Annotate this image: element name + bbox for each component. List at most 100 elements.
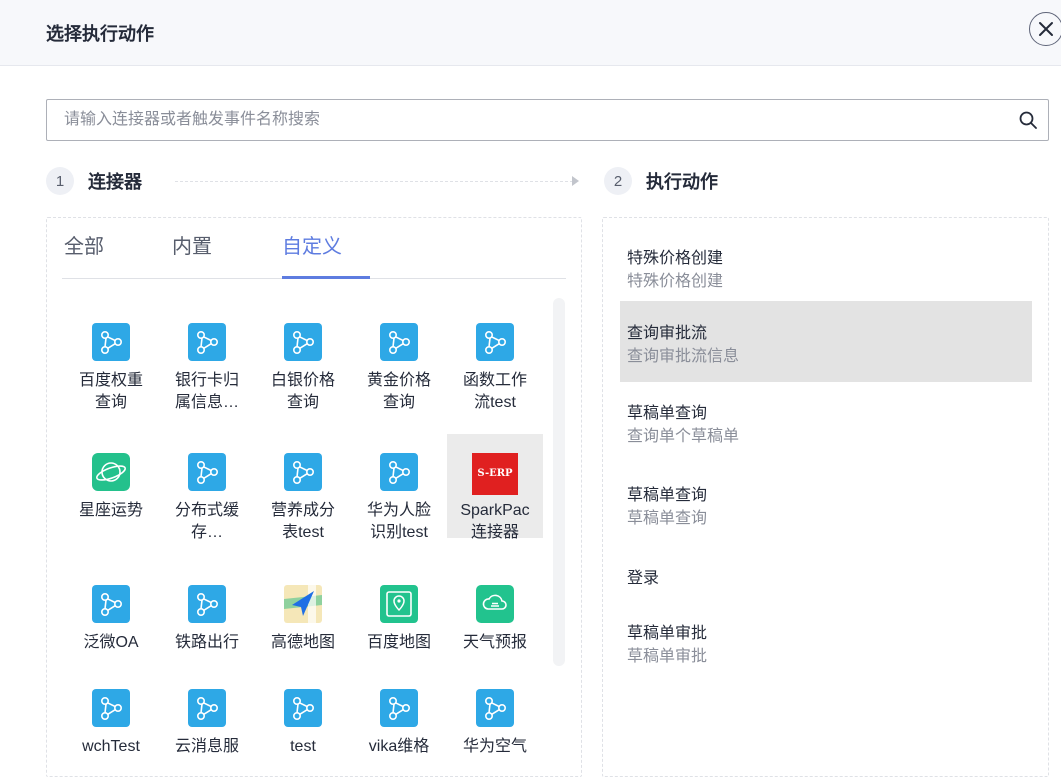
flow-icon xyxy=(380,323,418,361)
connector-scrollbar[interactable] xyxy=(553,298,565,666)
connector-name: 银行卡归 xyxy=(174,372,239,389)
action-item[interactable]: 草稿单查询 草稿单查询 xyxy=(620,467,1032,547)
connector-name-line2: 识别test xyxy=(370,524,428,541)
action-description: 查询单个草稿单 xyxy=(627,428,740,445)
step-divider xyxy=(175,181,573,182)
connector-tile[interactable]: 华为人脸识别test xyxy=(351,446,447,541)
action-title: 特殊价格创建 xyxy=(627,250,724,267)
tab-custom[interactable]: 自定义 xyxy=(282,230,370,279)
flow-icon xyxy=(284,323,322,361)
connector-name: 分布式缓 xyxy=(174,502,239,519)
step-label: 执行动作 xyxy=(646,172,718,192)
step-label: 连接器 xyxy=(88,172,142,192)
s-erp-logo-text: S-ERP xyxy=(477,468,513,479)
connector-name-line2: 流test xyxy=(474,394,516,411)
step-number: 2 xyxy=(604,167,632,195)
connector-name: 白银价格 xyxy=(270,372,335,389)
weather-cloud-icon xyxy=(476,585,514,623)
connector-name: 铁路出行 xyxy=(174,634,239,651)
flow-icon xyxy=(188,689,226,727)
connector-name: 星座运势 xyxy=(78,502,143,519)
step-number: 1 xyxy=(46,167,74,195)
action-title: 查询审批流 xyxy=(627,325,708,342)
connector-tile[interactable]: 百度地图 xyxy=(351,578,447,668)
flow-icon xyxy=(188,323,226,361)
connector-name-line2: 查询 xyxy=(382,394,415,411)
action-item[interactable]: 草稿单审批 草稿单审批 xyxy=(620,605,1032,685)
step-connector: 1 连接器 xyxy=(46,167,142,195)
connector-tile[interactable]: 营养成分 表test xyxy=(255,446,351,541)
connector-tile[interactable]: 云消息服 xyxy=(159,682,255,772)
tab-all[interactable]: 全部 xyxy=(64,230,104,276)
connector-tile[interactable]: 泛微OA xyxy=(63,578,159,668)
connector-tile[interactable]: 天气预报 xyxy=(447,578,543,668)
connector-tile[interactable]: 铁路出行 xyxy=(159,578,255,668)
search-icon[interactable] xyxy=(1018,110,1038,135)
action-item[interactable]: 特殊价格创建 特殊价格创建 xyxy=(620,230,1032,310)
connector-name: 华为空气 xyxy=(462,738,527,755)
action-description: 特殊价格创建 xyxy=(627,273,724,290)
flow-icon xyxy=(380,689,418,727)
connector-tile[interactable]: vika维格 xyxy=(351,682,447,772)
connector-name: 华为人脸 xyxy=(366,502,431,519)
connector-name-line2: 查询 xyxy=(286,394,319,411)
flow-icon xyxy=(188,585,226,623)
connector-name-line2: 存… xyxy=(190,524,223,541)
connector-name-line2: 表test xyxy=(282,524,324,541)
connector-tabs: 全部 内置 自定义 xyxy=(62,218,566,279)
flow-icon xyxy=(476,689,514,727)
flow-icon xyxy=(284,453,322,491)
close-button[interactable] xyxy=(1029,12,1061,46)
connector-name-line2: 属信息… xyxy=(174,394,239,411)
planet-icon xyxy=(92,453,130,491)
connector-tile[interactable]: wchTest xyxy=(63,682,159,772)
connector-name: 高德地图 xyxy=(270,634,335,651)
flow-icon xyxy=(476,323,514,361)
action-title: 草稿单查询 xyxy=(627,405,708,422)
connector-name-line2: 查询 xyxy=(94,394,127,411)
connector-name: wchTest xyxy=(82,738,140,755)
search-box xyxy=(46,99,1049,141)
connector-tile[interactable]: 星座运势 xyxy=(63,446,159,536)
flow-icon xyxy=(92,689,130,727)
action-description: 草稿单审批 xyxy=(627,648,708,665)
connector-name: 函数工作 xyxy=(462,372,527,389)
action-item[interactable]: 登录 xyxy=(620,550,1032,600)
flow-icon xyxy=(188,453,226,491)
flow-icon xyxy=(92,585,130,623)
flow-icon xyxy=(92,323,130,361)
flow-icon xyxy=(284,689,322,727)
connector-name-line2: 连接器 xyxy=(470,524,519,541)
action-title: 草稿单审批 xyxy=(627,625,708,642)
connector-name: 天气预报 xyxy=(462,634,527,651)
step-action: 2 执行动作 xyxy=(604,167,718,195)
action-description: 查询审批流信息 xyxy=(627,348,740,365)
connector-name: SparkPac xyxy=(460,502,530,519)
map-icon xyxy=(284,585,322,623)
action-title: 草稿单查询 xyxy=(627,487,708,504)
connector-tile[interactable]: 黄金价格 查询 xyxy=(351,316,447,411)
connector-name: 黄金价格 xyxy=(366,372,431,389)
connector-name: 百度地图 xyxy=(366,634,431,651)
connector-tile[interactable]: 分布式缓存… xyxy=(159,446,255,541)
connector-name: 百度权重 xyxy=(78,372,143,389)
connector-tile[interactable]: 百度权重 查询 xyxy=(63,316,159,411)
connector-name: 泛微OA xyxy=(83,634,139,651)
connector-tile[interactable]: 白银价格 查询 xyxy=(255,316,351,411)
tab-builtin[interactable]: 内置 xyxy=(172,230,212,276)
connector-tile[interactable]: S-ERP SparkPac 连接器 xyxy=(447,434,543,541)
connector-tile[interactable]: 函数工作流test xyxy=(447,316,543,411)
connector-tile[interactable]: 华为空气 xyxy=(447,682,543,772)
s-erp-logo: S-ERP xyxy=(472,453,518,495)
action-item[interactable]: 查询审批流 查询审批流信息 xyxy=(620,301,1032,382)
action-item[interactable]: 草稿单查询 查询单个草稿单 xyxy=(620,385,1032,465)
close-icon xyxy=(1039,22,1053,36)
flow-icon xyxy=(380,453,418,491)
connector-tile[interactable]: 高德地图 xyxy=(255,578,351,668)
connector-name: 云消息服 xyxy=(174,738,239,755)
search-input[interactable] xyxy=(47,100,1007,140)
connector-tile[interactable]: 银行卡归属信息… xyxy=(159,316,255,411)
connector-name: test xyxy=(290,738,316,755)
dialog-header: 选择执行动作 xyxy=(0,0,1061,66)
connector-tile[interactable]: test xyxy=(255,682,351,772)
